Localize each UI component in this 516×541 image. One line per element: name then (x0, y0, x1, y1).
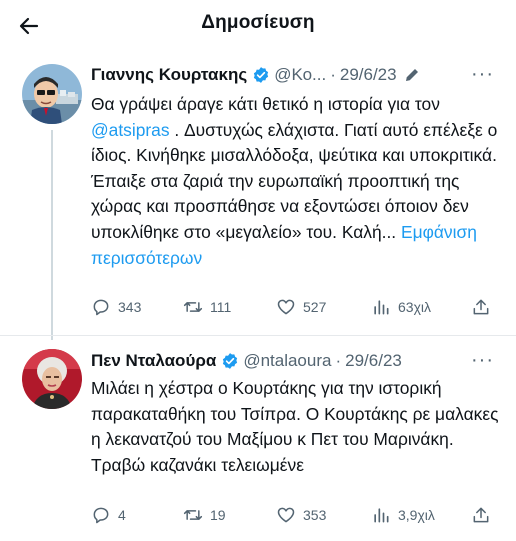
like-count: 527 (303, 299, 327, 315)
heart-icon (277, 507, 295, 523)
tweet-date[interactable]: 29/6/23 (345, 351, 402, 371)
tweet-text: Μιλάει η χέστρα ο Κουρτάκης για την ιστο… (91, 378, 499, 475)
pencil-icon[interactable] (403, 66, 421, 84)
repost-icon (183, 302, 203, 312)
view-count: 63χιλ (398, 299, 432, 315)
reply-icon (93, 507, 109, 524)
more-options-button[interactable]: ··· (471, 63, 494, 86)
views-chart-icon (374, 300, 389, 315)
repost-count: 19 (210, 507, 226, 523)
tweet[interactable]: Πεν Νταλαούρα @ntalaoura · 29/6/23 ··· Μ… (0, 335, 516, 541)
reply-count: 343 (118, 299, 142, 315)
like-button[interactable]: 353 (276, 505, 326, 525)
repost-button[interactable]: 19 (183, 505, 226, 525)
mention-link[interactable]: @atsipras (91, 120, 170, 140)
heart-icon (277, 299, 295, 315)
like-button[interactable]: 527 (276, 297, 326, 317)
action-bar: 343 111 527 63χιλ (91, 297, 501, 319)
separator-dot: · (335, 351, 342, 370)
tweet-text: Θα γράψει άραγε κάτι θετικό η ιστορία γι… (91, 92, 501, 271)
author-handle[interactable]: @ntalaoura (243, 351, 331, 371)
author-name[interactable]: Πεν Νταλαούρα (91, 351, 216, 371)
views-chart-icon (374, 508, 389, 523)
separator-dot: · (330, 65, 336, 84)
top-bar: Δημοσίευση (0, 0, 516, 52)
view-count: 3,9χιλ (398, 507, 435, 523)
repost-count: 111 (210, 299, 232, 315)
avatar[interactable] (22, 349, 82, 409)
share-button[interactable] (471, 505, 491, 528)
reply-count: 4 (118, 507, 126, 523)
share-button[interactable] (471, 297, 491, 320)
share-icon (473, 507, 489, 523)
tweet-header: Γιαννης Κουρτακης @Κο... · 29/6/23 ··· (91, 63, 506, 86)
verified-badge-icon (254, 67, 269, 83)
action-bar: 4 19 353 3,9χιλ (91, 505, 501, 527)
reply-icon (93, 299, 109, 316)
reply-button[interactable]: 343 (91, 297, 141, 317)
avatar-photo-image (22, 349, 82, 409)
repost-icon (183, 510, 203, 520)
views-button[interactable]: 3,9χιλ (371, 505, 435, 525)
author-handle[interactable]: @Κο... (274, 65, 326, 85)
avatar-caricature-image (22, 64, 82, 124)
tweet[interactable]: Γιαννης Κουρτακης @Κο... · 29/6/23 ··· Θ… (0, 52, 516, 340)
tweet-date[interactable]: 29/6/23 (340, 65, 397, 85)
verified-badge-icon (223, 353, 238, 369)
tweet-text-start: Θα γράψει άραγε κάτι θετικό η ιστορία γι… (91, 94, 440, 114)
avatar[interactable] (22, 64, 82, 124)
repost-button[interactable]: 111 (183, 297, 231, 317)
reply-button[interactable]: 4 (91, 505, 126, 525)
views-button[interactable]: 63χιλ (371, 297, 431, 317)
more-options-button[interactable]: ··· (471, 349, 494, 372)
like-count: 353 (303, 507, 327, 523)
thread-line (51, 130, 53, 340)
share-icon (473, 299, 489, 315)
page-title: Δημοσίευση (201, 12, 315, 33)
author-name[interactable]: Γιαννης Κουρτακης (91, 65, 247, 85)
tweet-header: Πεν Νταλαούρα @ntalaoura · 29/6/23 ··· (91, 349, 506, 372)
